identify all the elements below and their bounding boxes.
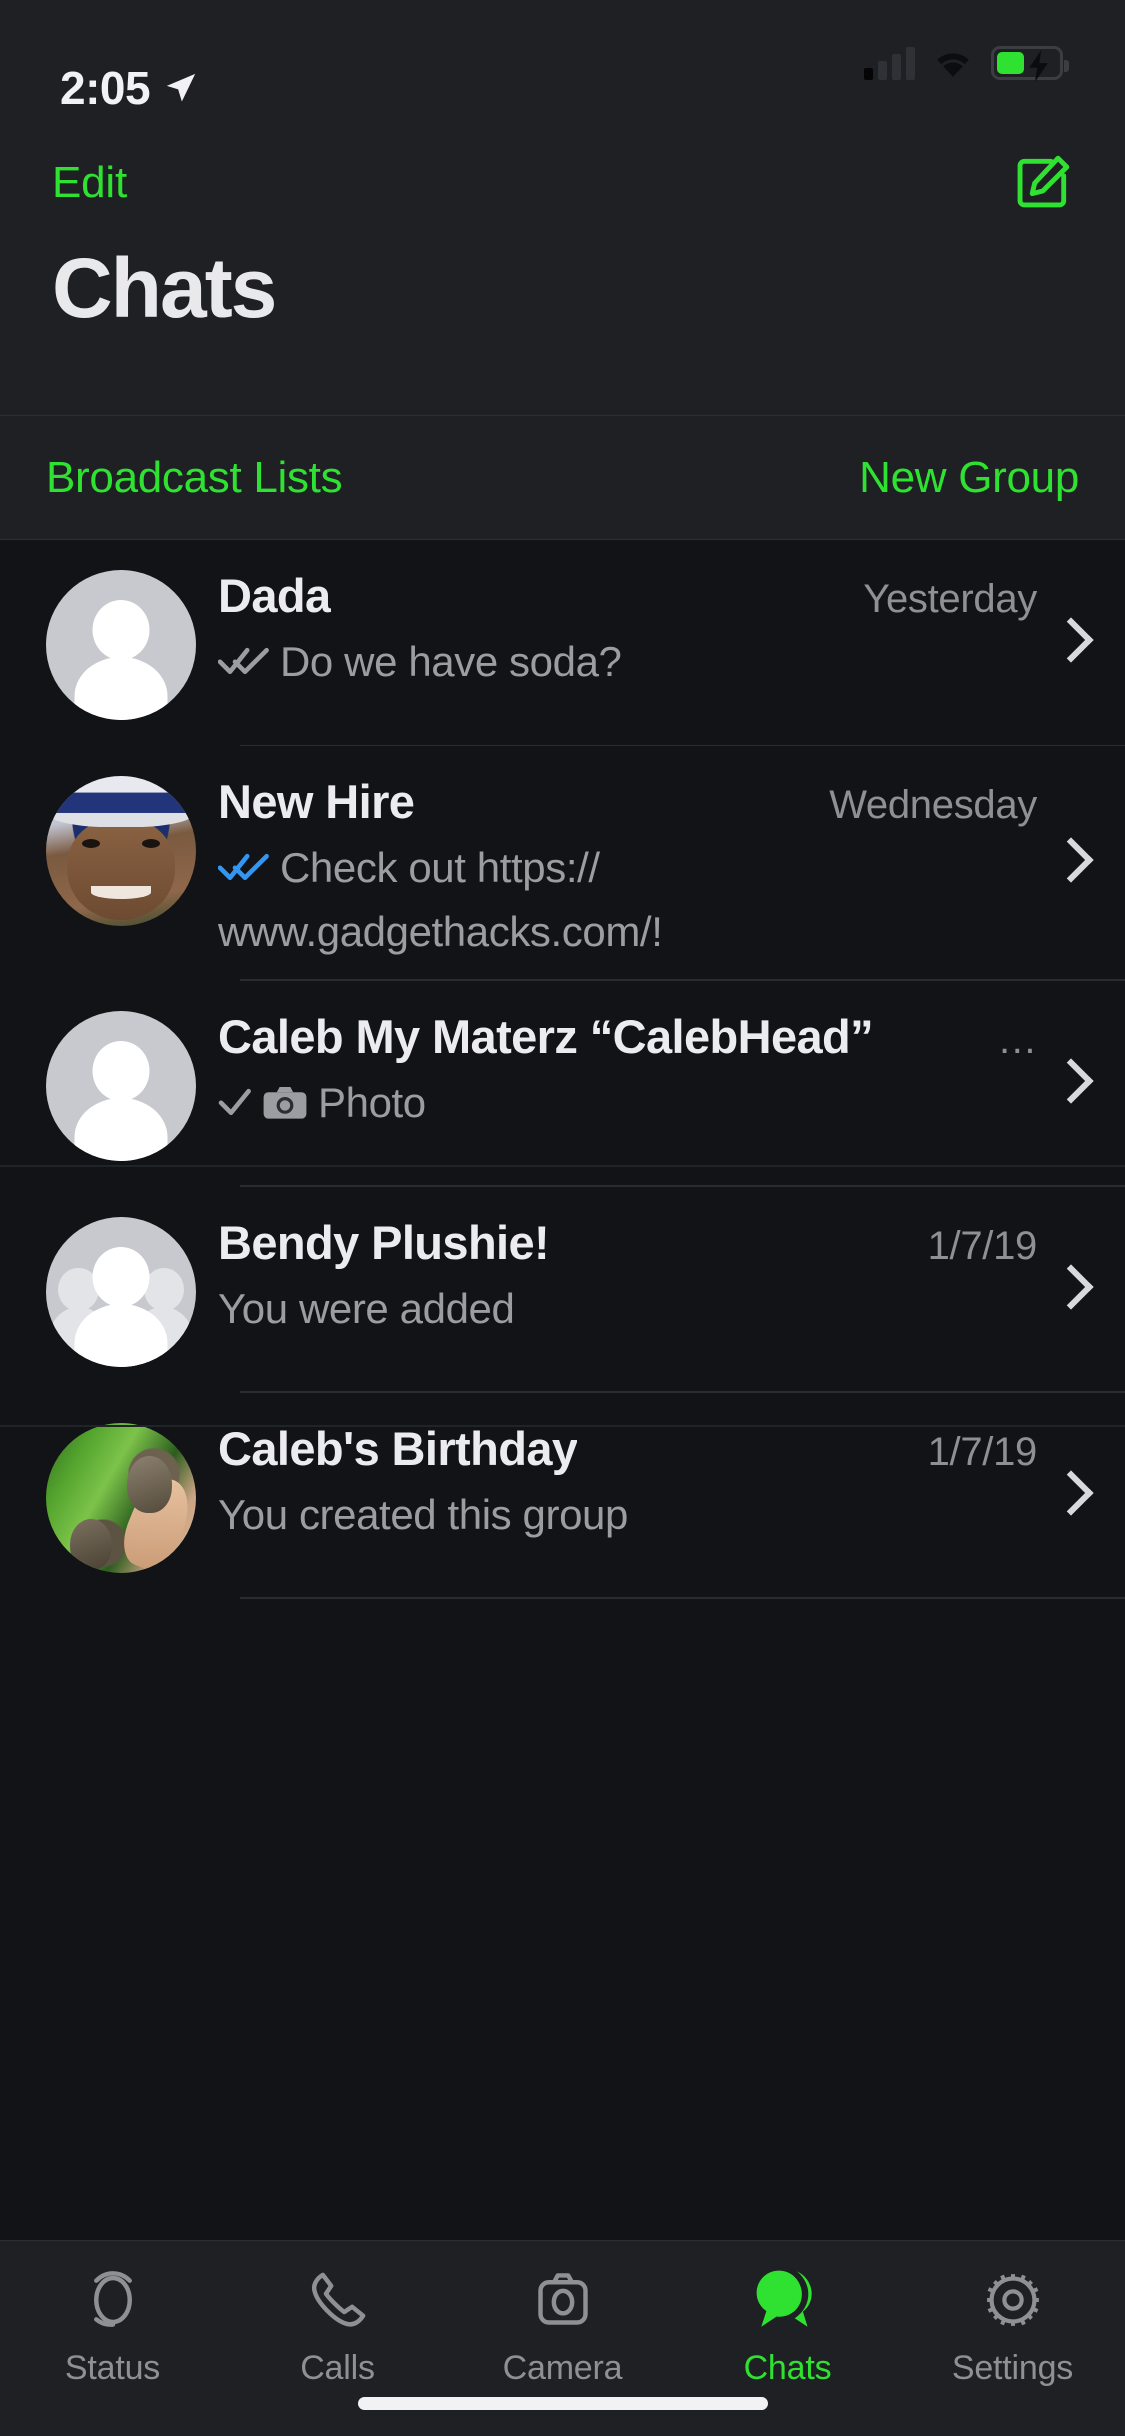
- avatar[interactable]: [46, 776, 196, 926]
- status-bar-indicators: [864, 46, 1063, 80]
- chat-preview-text: Do we have soda?: [280, 635, 622, 689]
- chat-row-content: Bendy Plushie! 1/7/19 You were added: [218, 1209, 1037, 1336]
- tab-calls[interactable]: Calls: [225, 2263, 450, 2388]
- chat-row-top: Caleb My Materz “CalebHead” …: [218, 1009, 1037, 1064]
- battery-charging-icon: [991, 46, 1063, 80]
- chat-row-top: Caleb's Birthday 1/7/19: [218, 1421, 1037, 1476]
- table-row[interactable]: New Hire Wednesday Check out https:// ww…: [0, 746, 1125, 981]
- camera-icon: [529, 2263, 597, 2337]
- chat-list[interactable]: Dada Yesterday Do we have soda?: [0, 540, 1125, 2240]
- navigation-header: Edit Chats: [0, 140, 1125, 415]
- chat-name: Caleb's Birthday: [218, 1421, 577, 1476]
- status-bar-time: 2:05: [60, 61, 150, 115]
- chat-row-top: New Hire Wednesday: [218, 774, 1037, 829]
- tab-label: Status: [65, 2349, 160, 2388]
- table-row[interactable]: Bendy Plushie! 1/7/19 You were added: [0, 1187, 1125, 1393]
- cellular-signal-icon: [864, 46, 915, 80]
- chat-preview: Check out https:// www.gadgethacks.com/!: [218, 841, 1037, 959]
- status-bar-time-group: 2:05: [60, 61, 198, 115]
- chat-name: Bendy Plushie!: [218, 1215, 549, 1270]
- empty-row-separator: [0, 1425, 1125, 1427]
- table-row[interactable]: Caleb My Materz “CalebHead” …: [0, 981, 1125, 1187]
- whatsapp-chats-screen: 2:05 Edit: [0, 0, 1125, 2436]
- chat-row-content: Caleb's Birthday 1/7/19 You created this…: [218, 1415, 1037, 1542]
- chevron-right-icon[interactable]: [1051, 834, 1085, 892]
- home-indicator-bar: [358, 2397, 768, 2410]
- chevron-right-icon[interactable]: [1051, 1055, 1085, 1113]
- camera-icon: [262, 1080, 308, 1134]
- chat-row-top: Bendy Plushie! 1/7/19: [218, 1215, 1037, 1270]
- broadcast-lists-button[interactable]: Broadcast Lists: [46, 453, 342, 503]
- tab-status[interactable]: Status: [0, 2263, 225, 2388]
- edit-button[interactable]: Edit: [52, 158, 127, 208]
- chat-timestamp: 1/7/19: [928, 1430, 1037, 1475]
- tab-label: Camera: [503, 2349, 623, 2388]
- status-bar: 2:05: [0, 0, 1125, 140]
- chat-name: Dada: [218, 568, 331, 623]
- chat-preview-text-line2: www.gadgethacks.com/!: [218, 905, 1037, 959]
- chat-preview: You created this group: [218, 1488, 1037, 1542]
- double-check-icon: [218, 643, 270, 677]
- tab-label: Calls: [300, 2349, 375, 2388]
- chat-preview-text: Photo: [318, 1076, 426, 1130]
- chat-preview: You were added: [218, 1282, 1037, 1336]
- gear-icon: [979, 2263, 1047, 2337]
- table-row[interactable]: Caleb's Birthday 1/7/19 You created this…: [0, 1393, 1125, 1599]
- table-row[interactable]: Dada Yesterday Do we have soda?: [0, 540, 1125, 746]
- avatar[interactable]: [46, 570, 196, 720]
- chat-timestamp: Wednesday: [829, 783, 1037, 828]
- new-group-button[interactable]: New Group: [859, 453, 1079, 503]
- chat-row-content: Caleb My Materz “CalebHead” …: [218, 1003, 1037, 1134]
- chat-bubbles-icon: [752, 2263, 824, 2337]
- single-check-icon: [218, 1084, 252, 1118]
- tab-label: Settings: [952, 2349, 1073, 2388]
- chat-preview: Photo: [218, 1076, 1037, 1134]
- chat-name: New Hire: [218, 774, 414, 829]
- chat-preview-text: You were added: [218, 1282, 514, 1336]
- chat-timestamp: …: [997, 1018, 1037, 1063]
- phone-icon: [304, 2263, 372, 2337]
- chat-preview-text: Check out https://: [280, 841, 600, 895]
- chat-name: Caleb My Materz “CalebHead”: [218, 1009, 873, 1064]
- chat-timestamp: 1/7/19: [928, 1224, 1037, 1269]
- lightning-bolt-icon: [1024, 50, 1054, 82]
- page-title: Chats: [52, 240, 1073, 337]
- chat-row-top: Dada Yesterday: [218, 568, 1037, 623]
- tab-label: Chats: [744, 2349, 832, 2388]
- avatar[interactable]: [46, 1217, 196, 1367]
- tab-settings[interactable]: Settings: [900, 2263, 1125, 2388]
- double-check-icon: [218, 849, 270, 883]
- location-arrow-icon: [164, 71, 198, 105]
- row-separator: [240, 1597, 1125, 1599]
- broadcast-newgroup-bar: Broadcast Lists New Group: [0, 415, 1125, 540]
- nav-top-row: Edit: [52, 140, 1073, 226]
- compose-new-chat-icon[interactable]: [1011, 152, 1073, 214]
- chat-row-content: New Hire Wednesday Check out https:// ww…: [218, 768, 1037, 959]
- chevron-right-icon[interactable]: [1051, 614, 1085, 672]
- chat-preview-text: You created this group: [218, 1488, 628, 1542]
- empty-row-separator: [0, 1165, 1125, 1167]
- tab-camera[interactable]: Camera: [450, 2263, 675, 2388]
- avatar[interactable]: [46, 1011, 196, 1161]
- chevron-right-icon[interactable]: [1051, 1261, 1085, 1319]
- chat-timestamp: Yesterday: [863, 577, 1037, 622]
- chat-row-content: Dada Yesterday Do we have soda?: [218, 562, 1037, 689]
- chat-preview: Do we have soda?: [218, 635, 1037, 689]
- wifi-icon: [931, 46, 975, 80]
- tab-chats[interactable]: Chats: [675, 2263, 900, 2388]
- status-rings-icon: [79, 2263, 147, 2337]
- avatar[interactable]: [46, 1423, 196, 1573]
- chevron-right-icon[interactable]: [1051, 1467, 1085, 1525]
